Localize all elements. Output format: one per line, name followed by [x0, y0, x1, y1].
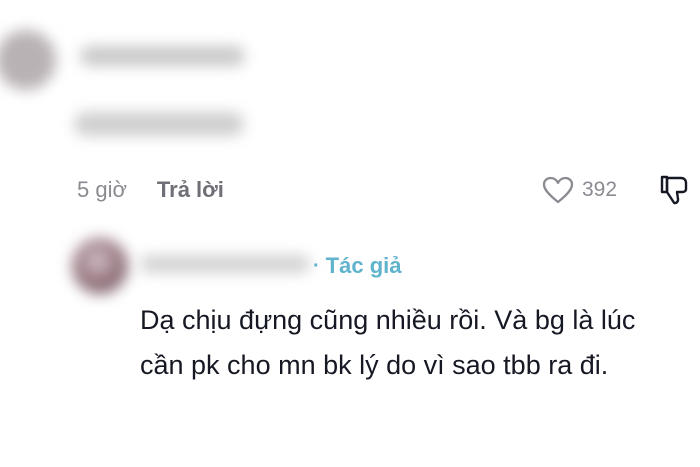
comment-time: 5 giờ [77, 177, 127, 202]
reply-button[interactable]: Trả lời [157, 177, 224, 203]
comment-avatar[interactable] [0, 30, 56, 90]
thumbs-down-icon [660, 175, 688, 205]
dislike-button[interactable] [658, 174, 690, 206]
comment-text [74, 112, 244, 136]
comment-username[interactable] [80, 46, 245, 66]
reply-avatar[interactable] [72, 238, 128, 294]
author-badge: · Tác giả [313, 251, 401, 281]
comment-meta: 5 giờ Trả lời [77, 174, 224, 206]
separator-dot: · [313, 254, 320, 277]
reply-text: Dạ chịu đựng cũng nhiều rồi. Và bg là lú… [140, 305, 636, 380]
heart-outline-icon [542, 176, 574, 204]
author-badge-label: Tác giả [325, 253, 402, 278]
reply-username[interactable] [140, 255, 310, 273]
like-button[interactable]: 392 [542, 174, 617, 206]
like-count: 392 [582, 178, 618, 201]
